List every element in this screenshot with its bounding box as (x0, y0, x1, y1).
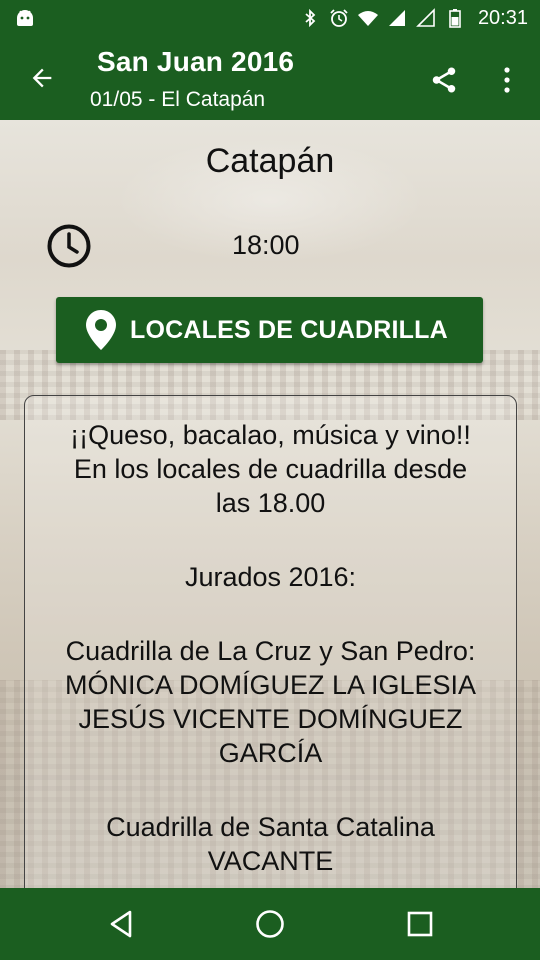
app-bar: San Juan 2016 01/05 - El Catapán (0, 36, 540, 120)
back-button[interactable] (24, 60, 60, 96)
description-paragraph: ¡¡Queso, bacalao, música y vino!! En los… (25, 418, 516, 520)
event-place-title: Catapán (205, 142, 335, 180)
description-line: VACANTE (207, 846, 334, 876)
clock-icon (47, 224, 91, 268)
description-line: Cuadrilla de La Cruz y San Pedro: (65, 636, 476, 666)
android-icon (17, 10, 33, 26)
description-line: GARCÍA (218, 738, 323, 768)
description-line: ¡¡Queso, bacalao, música y vino!! (70, 420, 471, 450)
description-line: JESÚS VICENTE DOMÍNGUEZ (78, 704, 463, 734)
nav-back-button[interactable] (103, 906, 139, 942)
battery-icon (449, 9, 461, 28)
signal-empty-icon (416, 8, 435, 27)
status-bar: 20:31 (0, 0, 540, 36)
nav-home-button[interactable] (252, 906, 288, 942)
description-paragraph: Cuadrilla de Santa Catalina VACANTE (25, 810, 516, 878)
location-button-label: LOCALES DE CUADRILLA (130, 315, 448, 344)
location-pin-icon (86, 310, 116, 350)
bluetooth-icon (305, 8, 316, 28)
wifi-icon (357, 11, 378, 26)
more-vert-icon (504, 67, 510, 93)
more-options-button[interactable] (492, 60, 522, 100)
status-time: 20:31 (477, 6, 528, 29)
description-line: Jurados 2016: (184, 562, 357, 592)
page-subtitle: 01/05 - El Catapán (90, 88, 266, 111)
description-paragraph: Jurados 2016: (25, 560, 516, 594)
navigation-bar (0, 888, 540, 960)
location-button[interactable]: LOCALES DE CUADRILLA (56, 297, 483, 363)
description-line: En los locales de cuadrilla desde (73, 454, 468, 484)
description-line: las 18.00 (215, 488, 326, 518)
share-button[interactable] (424, 60, 464, 100)
share-icon (432, 67, 456, 93)
event-description-box: ¡¡Queso, bacalao, música y vino!! En los… (24, 395, 517, 915)
nav-recents-button[interactable] (402, 906, 438, 942)
description-line: Cuadrilla de Santa Catalina (106, 812, 435, 842)
description-line: MÓNICA DOMÍGUEZ LA IGLESIA (64, 670, 477, 700)
arrow-back-icon (32, 68, 52, 88)
nav-home-icon (256, 910, 284, 938)
nav-back-icon (110, 910, 132, 938)
alarm-icon (330, 9, 348, 27)
page-title: San Juan 2016 (97, 46, 295, 77)
nav-recents-icon (407, 911, 433, 937)
description-paragraph: Cuadrilla de La Cruz y San Pedro: MÓNICA… (25, 634, 516, 770)
event-time: 18:00 (232, 230, 300, 260)
signal-icon (388, 10, 405, 26)
